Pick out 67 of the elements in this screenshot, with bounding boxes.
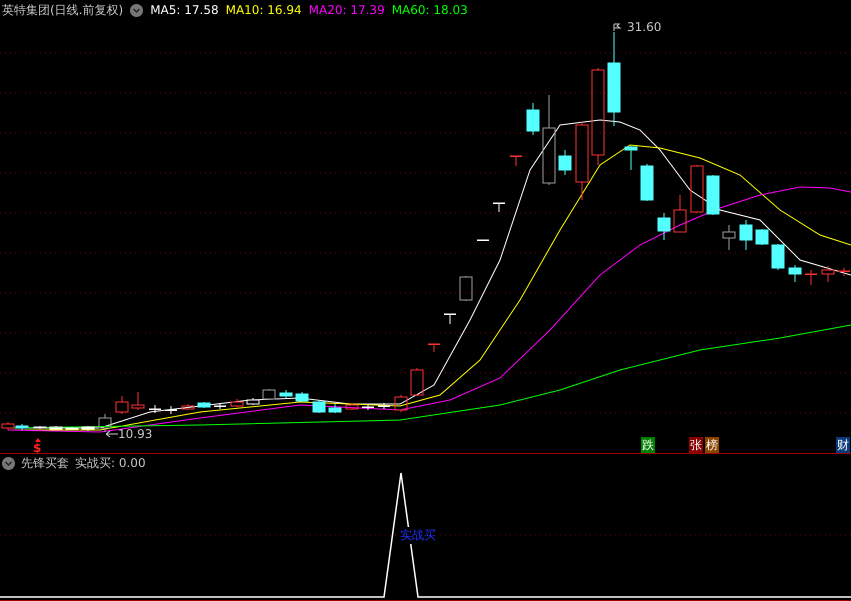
candlestick (230, 398, 244, 408)
candlestick (510, 155, 522, 166)
candlestick (558, 150, 572, 176)
candlestick (2, 422, 14, 430)
candlestick (428, 343, 440, 352)
candlestick (328, 404, 342, 414)
candlestick (706, 174, 720, 216)
arrow-icon (106, 430, 118, 438)
event-badge[interactable]: 财 (836, 437, 850, 453)
candlestick (805, 270, 817, 286)
event-badge[interactable]: 张 (689, 437, 703, 453)
candlestick (526, 102, 540, 136)
indicator-reading: MA60: 18.03 (392, 3, 468, 17)
candlestick (674, 194, 686, 232)
chart-title: 英特集团(日线.前复权) (2, 2, 124, 18)
candlestick (198, 402, 210, 408)
candlestick (788, 264, 802, 282)
indicator-reading: MA20: 17.39 (308, 3, 385, 17)
indicator-title: 先锋买套 (21, 454, 69, 472)
candlestick (98, 414, 112, 432)
event-badge[interactable]: 跌 (641, 437, 655, 453)
candlestick (262, 388, 276, 400)
candlestick (624, 146, 638, 170)
candlestick (640, 164, 654, 202)
candlestick (280, 390, 292, 398)
low-price-label: 10.93 (118, 427, 152, 441)
candlestick (838, 268, 850, 276)
candlestick (410, 368, 424, 396)
event-badge[interactable]: 榜 (705, 437, 719, 453)
dropdown-icon[interactable] (130, 4, 144, 16)
candlestick (182, 404, 194, 410)
candlestick (477, 239, 489, 242)
candlestick (132, 392, 144, 410)
candlestick (165, 406, 177, 414)
candlestick (246, 398, 260, 406)
indicator-reading: MA10: 16.94 (226, 3, 302, 17)
candlestick (690, 164, 704, 214)
candlestick (722, 224, 736, 250)
candlestick (756, 228, 768, 246)
candlestick (296, 392, 308, 402)
candlestick (214, 402, 226, 410)
candlestick (34, 426, 46, 430)
candlestick (658, 212, 670, 240)
candlestick (822, 266, 834, 282)
candlestick (394, 394, 408, 412)
signal-label: 实战买 (400, 527, 436, 544)
candlestick (740, 220, 752, 250)
candlestick (362, 404, 374, 410)
candlestick (116, 396, 128, 414)
candlestick (82, 426, 94, 432)
candlestick (444, 313, 456, 324)
candlestick (493, 202, 505, 212)
flag-icon (614, 24, 622, 32)
candlestick (346, 402, 358, 410)
signal-marker: $ (33, 441, 42, 455)
indicator-reading: MA5: 17.58 (150, 3, 219, 17)
candlestick (66, 426, 78, 430)
candlestick (312, 400, 326, 414)
high-price-label: 31.60 (627, 20, 662, 34)
dropdown-icon[interactable] (2, 456, 15, 470)
candlestick (460, 276, 472, 302)
candlestick (149, 404, 161, 414)
indicator-reading: 实战买: 0.00 (75, 454, 146, 472)
candlestick (772, 244, 784, 270)
candlestick (50, 426, 62, 430)
candlestick (378, 402, 390, 410)
up-arrow-icon (35, 438, 41, 442)
